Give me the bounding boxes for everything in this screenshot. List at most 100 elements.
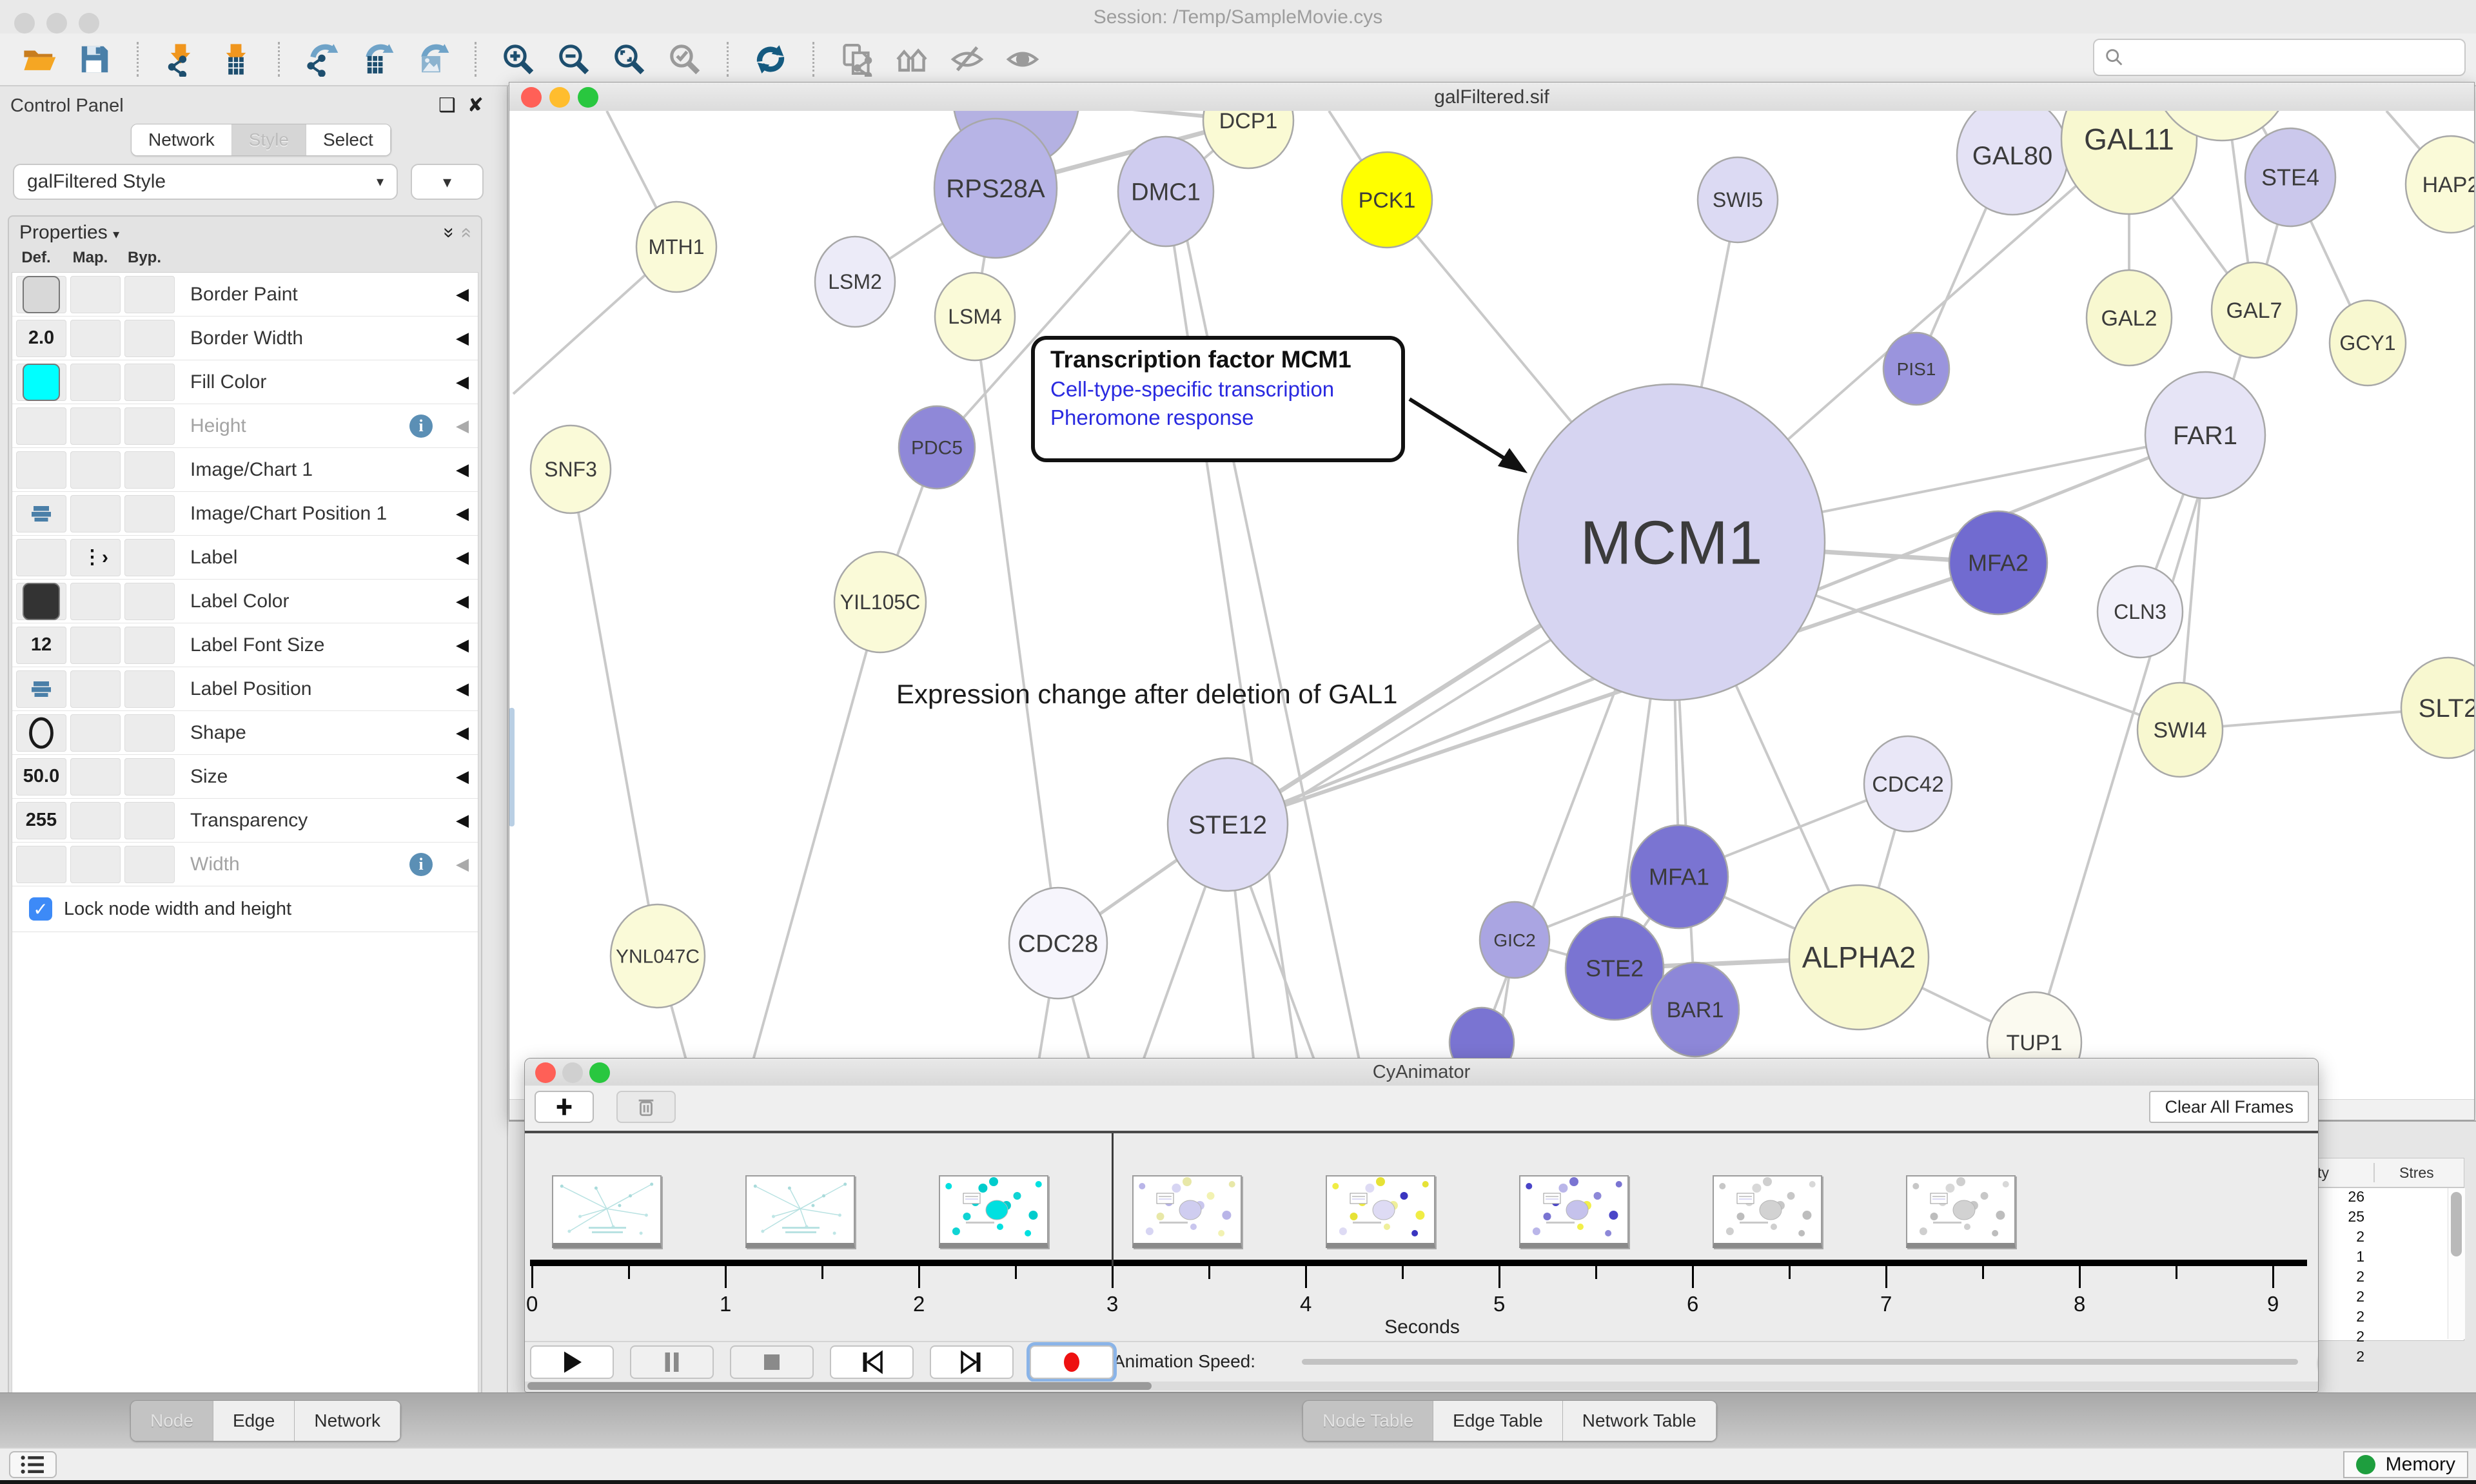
mapping-cell[interactable] — [70, 714, 121, 752]
stop-button[interactable] — [730, 1345, 814, 1379]
color-swatch[interactable] — [23, 364, 60, 401]
default-value-cell[interactable]: 12 — [16, 627, 66, 664]
animator-scrollbar[interactable] — [525, 1381, 2318, 1391]
table-row[interactable]: 2 — [2309, 1288, 2464, 1308]
bypass-cell[interactable] — [124, 320, 175, 357]
default-value-cell[interactable] — [16, 364, 66, 401]
panel-tab-network[interactable]: Network — [295, 1401, 400, 1441]
tab-style[interactable]: Style — [232, 124, 306, 155]
property-row-label-color[interactable]: Label Color ◀ — [12, 580, 478, 623]
zoom-in-button[interactable] — [499, 40, 538, 79]
frame-thumbnail-6[interactable] — [1713, 1175, 1822, 1248]
default-value-cell[interactable] — [16, 495, 66, 532]
expand-property-icon[interactable]: ◀ — [456, 591, 469, 611]
export-image-button[interactable] — [413, 40, 452, 79]
expand-property-icon[interactable]: ◀ — [456, 328, 469, 348]
color-swatch[interactable] — [23, 276, 60, 313]
skip-end-button[interactable] — [930, 1345, 1014, 1379]
style-options-button[interactable]: ▾ — [411, 164, 484, 200]
mapping-cell[interactable] — [70, 364, 121, 401]
mapping-cell[interactable] — [70, 320, 121, 357]
bypass-cell[interactable] — [124, 583, 175, 620]
table-row[interactable]: 26 — [2309, 1188, 2464, 1208]
hide-eye-button[interactable] — [948, 40, 987, 79]
speed-slider[interactable] — [1302, 1359, 2298, 1365]
frame-thumbnail-2[interactable] — [939, 1175, 1048, 1248]
default-value-cell[interactable] — [16, 539, 66, 576]
frame-thumbnail-1[interactable] — [745, 1175, 855, 1248]
color-swatch[interactable] — [23, 583, 60, 620]
table-row[interactable]: 2 — [2309, 1268, 2464, 1288]
property-row-border-paint[interactable]: Border Paint ◀ — [12, 273, 478, 317]
property-row-fill-color[interactable]: Fill Color ◀ — [12, 360, 478, 404]
network-window-titlebar[interactable]: galFiltered.sif — [509, 83, 2474, 112]
pause-button[interactable] — [630, 1345, 714, 1379]
annotation-link[interactable]: Pheromone response — [1050, 405, 1386, 430]
default-value-cell[interactable] — [16, 276, 66, 313]
property-row-label-font-size[interactable]: 12 Label Font Size ◀ — [12, 623, 478, 667]
expand-property-icon[interactable]: ◀ — [456, 416, 469, 436]
timeline-bar[interactable] — [530, 1260, 2307, 1266]
property-row-height[interactable]: Height i ◀ — [12, 404, 478, 448]
collapse-all-icon[interactable]: » — [455, 228, 477, 239]
mapping-cell[interactable] — [70, 846, 121, 883]
add-frame-button[interactable] — [535, 1091, 594, 1123]
task-history-button[interactable] — [9, 1451, 57, 1478]
mapping-cell[interactable] — [70, 451, 121, 489]
default-value-cell[interactable] — [16, 451, 66, 489]
default-value-cell[interactable]: 50.0 — [16, 758, 66, 796]
home-button[interactable] — [892, 40, 931, 79]
annotation-link[interactable]: Cell-type-specific transcription — [1050, 377, 1386, 402]
table-row[interactable]: 2 — [2309, 1308, 2464, 1328]
property-row-border-width[interactable]: 2.0 Border Width ◀ — [12, 317, 478, 360]
playhead[interactable] — [1112, 1133, 1114, 1266]
property-row-width[interactable]: Width i ◀ — [12, 843, 478, 886]
bypass-cell[interactable] — [124, 407, 175, 445]
network-edge[interactable] — [742, 602, 880, 1100]
table-row[interactable]: 2 — [2309, 1348, 2464, 1368]
frame-thumbnail-5[interactable] — [1519, 1175, 1629, 1248]
table-column-header[interactable]: Stres — [2383, 1164, 2434, 1182]
frame-thumbnail-4[interactable] — [1326, 1175, 1435, 1248]
tab-network[interactable]: Network — [132, 124, 232, 155]
bypass-cell[interactable] — [124, 451, 175, 489]
default-value-cell[interactable] — [16, 583, 66, 620]
expand-property-icon[interactable]: ◀ — [456, 723, 469, 743]
memory-button[interactable]: Memory — [2343, 1451, 2468, 1478]
bypass-cell[interactable] — [124, 627, 175, 664]
table-row[interactable]: 2 — [2309, 1328, 2464, 1348]
bypass-cell[interactable] — [124, 495, 175, 532]
close-panel-icon[interactable]: ✘ — [467, 95, 495, 116]
frame-thumbnail-0[interactable] — [552, 1175, 662, 1248]
properties-header[interactable]: Properties ▾ — [19, 222, 119, 244]
mapping-cell[interactable] — [70, 276, 121, 313]
mapping-cell[interactable] — [70, 670, 121, 708]
frame-thumbnail-3[interactable] — [1132, 1175, 1242, 1248]
property-row-size[interactable]: 50.0 Size ◀ — [12, 755, 478, 799]
bypass-cell[interactable] — [124, 670, 175, 708]
default-value-cell[interactable]: 255 — [16, 802, 66, 839]
property-row-image-chart-position-1[interactable]: Image/Chart Position 1 ◀ — [12, 492, 478, 536]
show-eye-button[interactable] — [1003, 40, 1042, 79]
default-value-cell[interactable]: 2.0 — [16, 320, 66, 357]
network-canvas[interactable]: DCP1RPS28ADMC1PCK1SWI5GAL80GAL11STE4HAP2… — [509, 111, 2474, 1100]
tab-node-table[interactable]: Node Table — [1303, 1401, 1433, 1441]
expand-property-icon[interactable]: ◀ — [456, 547, 469, 567]
bypass-cell[interactable] — [124, 364, 175, 401]
tab-select[interactable]: Select — [306, 124, 391, 155]
import-table-button[interactable] — [217, 40, 255, 79]
expand-property-icon[interactable]: ◀ — [456, 284, 469, 304]
network-edge[interactable] — [571, 469, 658, 956]
lock-checkbox[interactable]: ✓ — [29, 897, 52, 921]
mapping-cell[interactable]: ⋮› — [70, 539, 121, 576]
style-selector[interactable]: galFiltered Style ▾ — [13, 164, 398, 200]
expand-property-icon[interactable]: ◀ — [456, 679, 469, 699]
zoom-out-button[interactable] — [555, 40, 593, 79]
property-row-shape[interactable]: Shape ◀ — [12, 711, 478, 755]
bypass-cell[interactable] — [124, 802, 175, 839]
table-row[interactable]: 1 — [2309, 1248, 2464, 1268]
expand-property-icon[interactable]: ◀ — [456, 635, 469, 655]
tab-network-table[interactable]: Network Table — [1563, 1401, 1716, 1441]
mapping-cell[interactable] — [70, 495, 121, 532]
table-row[interactable]: 25 — [2309, 1208, 2464, 1228]
